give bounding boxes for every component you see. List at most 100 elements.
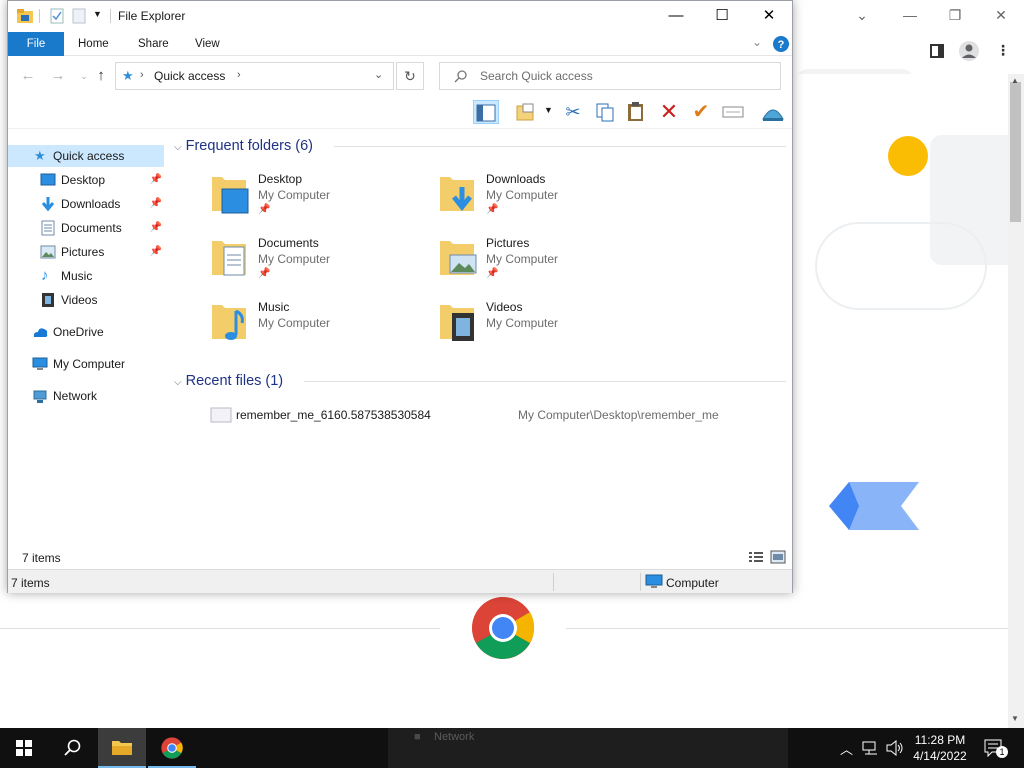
select-all-icon[interactable] <box>720 100 746 124</box>
refresh-button[interactable]: ↻ <box>396 62 424 90</box>
chrome-menu-icon[interactable]: ⋮ <box>996 42 1010 59</box>
clock[interactable]: 11:28 PM 4/14/2022 <box>908 732 972 764</box>
taskbar-chrome-button[interactable] <box>148 728 196 768</box>
recent-file-name: remember_me_6160.587538530584 <box>236 408 431 422</box>
pictures-icon <box>40 245 56 259</box>
qat-dropdown-icon[interactable]: ▼ <box>93 9 102 19</box>
sidebar-item-downloads[interactable]: Downloads 📌 <box>8 193 164 215</box>
sidebar-item-my-computer[interactable]: My Computer <box>8 353 164 375</box>
help-icon[interactable]: ? <box>772 35 790 53</box>
paste-icon[interactable] <box>623 100 649 124</box>
tab-file[interactable]: File <box>8 32 64 56</box>
sidebar-item-videos[interactable]: Videos <box>8 289 164 311</box>
address-bar[interactable]: ★ › Quick access › ⌄ <box>115 62 394 90</box>
recent-file-row[interactable]: remember_me_6160.587538530584 My Compute… <box>208 405 768 427</box>
sidebar-item-onedrive[interactable]: OneDrive <box>8 321 164 343</box>
pin-icon[interactable]: 📌 <box>150 193 162 215</box>
sidebar-item-music[interactable]: ♪ Music <box>8 265 164 287</box>
details-view-icon[interactable] <box>748 550 764 564</box>
folder-tile-desktop[interactable]: Desktop My Computer 📌 <box>210 171 430 227</box>
recent-file-path: My Computer\Desktop\remember_me <box>518 408 719 422</box>
documents-icon <box>41 220 55 236</box>
tab-share[interactable]: Share <box>126 32 181 56</box>
minimize-button[interactable]: — <box>653 1 699 31</box>
folder-tile-music[interactable]: Music My Computer <box>210 299 430 355</box>
breadcrumb-chevron-icon[interactable]: › <box>237 69 241 81</box>
documents-folder-icon <box>212 241 246 276</box>
preview-pane-icon[interactable] <box>513 100 539 124</box>
search-input[interactable]: Search Quick access <box>439 62 781 90</box>
sidebar-item-pictures[interactable]: Pictures 📌 <box>8 241 164 263</box>
taskbar-preview-ghost: ■ Network <box>388 728 788 768</box>
ribbon-tabs: File Home Share View ⌄ ? <box>8 32 792 56</box>
expand-ribbon-icon[interactable]: ⌄ <box>752 35 762 49</box>
rename-check-icon[interactable]: ✔ <box>688 100 714 124</box>
breadcrumb-chevron-icon[interactable]: › <box>140 69 144 81</box>
file-explorer-app-icon[interactable] <box>16 8 34 24</box>
new-folder-qat-icon[interactable] <box>72 8 86 24</box>
downloads-folder-icon <box>440 177 474 212</box>
pin-icon: 📌 <box>486 204 499 215</box>
layout-dropdown-icon[interactable]: ▼ <box>544 105 553 115</box>
back-arrow-icon[interactable]: ← <box>18 67 38 85</box>
chrome-close-button[interactable]: ✕ <box>989 4 1013 26</box>
delete-icon[interactable]: ✕ <box>656 100 682 124</box>
folder-tile-pictures[interactable]: Pictures My Computer 📌 <box>438 235 658 291</box>
pin-icon[interactable]: 📌 <box>150 217 162 239</box>
music-folder-icon <box>212 305 246 340</box>
volume-icon[interactable] <box>886 740 904 756</box>
network-tray-icon[interactable] <box>862 741 880 755</box>
folder-tile-downloads[interactable]: Downloads My Computer 📌 <box>438 171 658 227</box>
frequent-folders-header[interactable]: ⌵ Frequent folders (6) <box>174 135 313 157</box>
chrome-scroll-thumb[interactable] <box>1010 82 1021 222</box>
clock-time: 11:28 PM <box>914 733 966 747</box>
sidebar-item-quick-access[interactable]: ★ Quick access <box>8 145 164 167</box>
chrome-restore-button[interactable]: ❐ <box>943 4 967 26</box>
search-icon[interactable] <box>64 739 82 757</box>
address-dropdown-icon[interactable]: ⌄ <box>374 68 383 81</box>
qat-separator <box>39 9 40 23</box>
sidebar-item-desktop[interactable]: Desktop 📌 <box>8 169 164 191</box>
videos-icon <box>42 293 54 307</box>
notification-count-badge: 1 <box>996 746 1008 758</box>
maximize-button[interactable]: ☐ <box>699 1 745 31</box>
network-icon <box>33 390 47 403</box>
folder-tile-videos[interactable]: Videos My Computer <box>438 299 658 355</box>
forward-arrow-icon[interactable]: → <box>48 67 68 85</box>
windows-start-icon[interactable] <box>16 740 32 756</box>
close-button[interactable]: ✕ <box>746 1 792 31</box>
properties-icon[interactable] <box>50 8 64 24</box>
breadcrumb-location[interactable]: Quick access <box>154 69 225 83</box>
tab-view[interactable]: View <box>183 32 232 56</box>
status-separator <box>640 573 641 591</box>
quick-access-star-icon: ★ <box>122 68 134 83</box>
chrome-minimize-button[interactable]: — <box>898 4 922 26</box>
taskbar-file-explorer-button[interactable] <box>98 728 146 768</box>
pin-icon: 📌 <box>258 268 271 279</box>
collapse-chevron-icon[interactable]: ⌵ <box>174 142 182 153</box>
collapse-chevron-icon[interactable]: ⌵ <box>174 377 182 388</box>
cut-icon[interactable]: ✂ <box>560 100 586 124</box>
folder-tile-documents[interactable]: Documents My Computer 📌 <box>210 235 430 291</box>
large-icons-view-icon[interactable] <box>770 550 786 564</box>
pill-outline-decoration <box>815 222 987 310</box>
chrome-tab-search-icon[interactable]: ⌄ <box>850 4 874 26</box>
onedrive-cloud-icon <box>33 328 48 337</box>
navigation-pane-toggle-icon[interactable] <box>473 100 499 124</box>
pin-icon[interactable]: 📌 <box>150 241 162 263</box>
blue-arrow-decoration <box>829 482 919 530</box>
tab-home[interactable]: Home <box>66 32 121 56</box>
side-panel-icon[interactable] <box>930 44 944 58</box>
copy-icon[interactable] <box>592 100 618 124</box>
show-hidden-icons-icon[interactable]: ︿ <box>840 739 853 758</box>
scroll-up-arrow-icon[interactable]: ▲ <box>1011 76 1019 85</box>
profile-avatar-icon[interactable] <box>958 40 980 62</box>
sidebar-item-documents[interactable]: Documents 📌 <box>8 217 164 239</box>
up-arrow-icon[interactable]: ↑ <box>91 67 111 85</box>
title-separator <box>110 9 111 23</box>
sidebar-item-network[interactable]: Network <box>8 385 164 407</box>
scroll-down-arrow-icon[interactable]: ▼ <box>1011 714 1019 723</box>
pin-icon[interactable]: 📌 <box>150 169 162 191</box>
shell-icon[interactable] <box>760 100 786 124</box>
recent-files-header[interactable]: ⌵ Recent files (1) <box>174 370 283 392</box>
